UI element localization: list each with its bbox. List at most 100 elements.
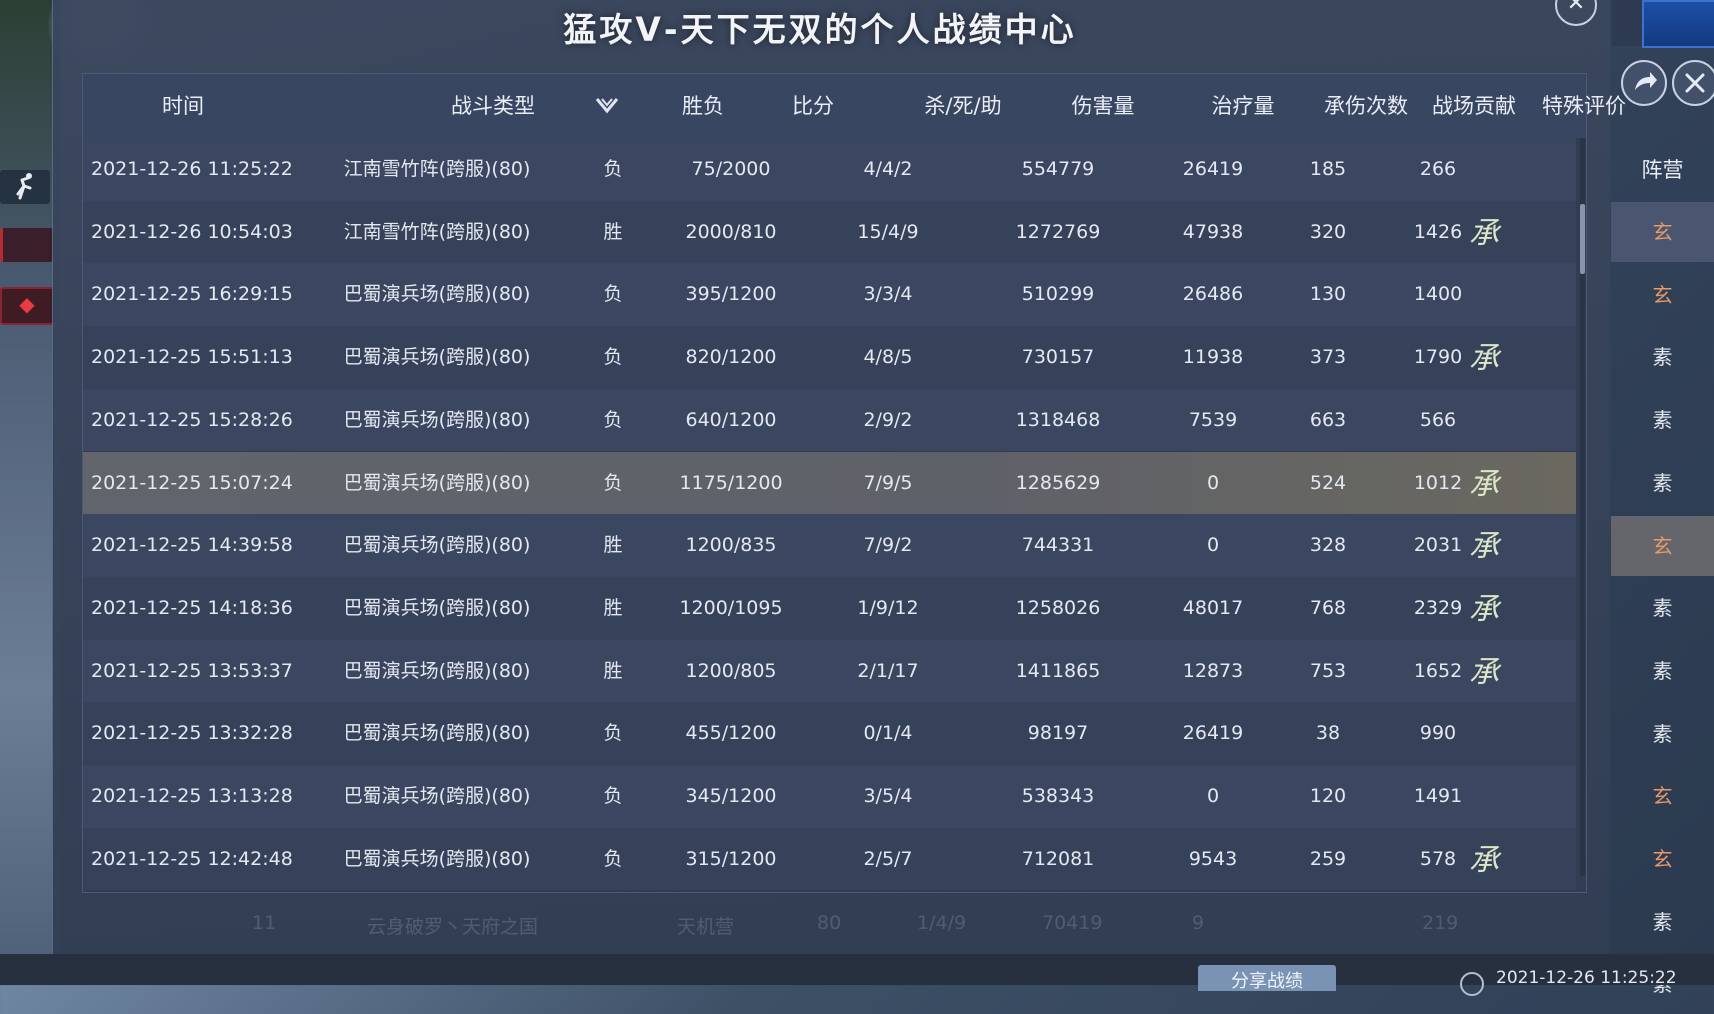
table-row[interactable]: 2021-12-25 15:51:13 巴蜀演兵场(跨服)(80) 负 820/120… [83,326,1576,389]
cell-result: 胜 [603,659,623,682]
table-row[interactable]: 2021-12-25 16:29:15 巴蜀演兵场(跨服)(80) 负 395/120… [83,263,1576,327]
cell-damage: 1411865 [1015,659,1101,682]
cell-time: 2021-12-25 15:51:13 [91,346,293,369]
table-row[interactable]: 2021-12-25 13:13:28 巴蜀演兵场(跨服)(80) 负 345/120… [83,765,1576,828]
table-row[interactable]: 2021-12-25 12:42:48 巴蜀演兵场(跨服)(80) 负 315/120… [83,827,1576,891]
cell-score: 1200/1095 [679,596,783,619]
cell-hits: 328 [1309,534,1347,557]
cell-damage: 1258026 [1015,596,1101,619]
svg-text:承: 承 [1469,655,1502,690]
cell-hits: 320 [1309,220,1347,243]
inherit-badge-icon: 承 [1463,650,1505,692]
cell-time: 2021-12-25 13:32:28 [91,722,293,745]
top-right-blue-button[interactable] [1642,0,1714,48]
cell-type: 巴蜀演兵场(跨服)(80) [343,534,531,557]
cell-result: 胜 [603,220,623,243]
col-contribution: 战场贡献 [1432,94,1516,118]
cell-damage: 730157 [1021,346,1095,369]
cell-damage: 1272769 [1015,220,1101,243]
cell-type: 巴蜀演兵场(跨服)(80) [343,659,531,682]
cell-score: 1200/835 [685,534,777,557]
cell-healing: 12873 [1182,659,1244,682]
col-hits-taken: 承伤次数 [1324,94,1408,118]
table-row[interactable]: 2021-12-26 10:54:03 江南雪竹阵(跨服)(80) 胜 2000/81… [83,200,1576,264]
clock-readout: 2021-12-26 11:25:22 [1496,968,1677,988]
run-icon[interactable] [0,170,50,204]
share-record-button[interactable]: 分享战绩 [1198,965,1336,991]
cell-result: 负 [603,283,623,306]
chevron-down-icon[interactable] [593,94,621,116]
table-row[interactable]: 2021-12-25 13:53:37 巴蜀演兵场(跨服)(80) 胜 1200/80… [83,639,1576,703]
cell-score: 1200/805 [685,659,777,682]
cell-type: 巴蜀演兵场(跨服)(80) [343,847,531,870]
col-special: 特殊评价 [1542,94,1626,118]
dialog-title: 猛攻ᐯ-天下无双的个人战绩中心 [563,10,1077,49]
cell-kda: 4/4/2 [863,158,913,180]
cell-kda: 1/9/12 [857,596,919,619]
cell-contrib: 1400 [1413,283,1463,306]
cell-healing: 26419 [1182,158,1244,180]
cell-time: 2021-12-25 15:07:24 [91,471,293,494]
cell-kda: 4/8/5 [863,346,913,369]
faded-background-row: 11 云身破罗丶天府之国 天机营 80 1/4/9 70419 9 219 [82,902,1585,946]
camp-cell: 素 [1652,658,1673,683]
table-row[interactable]: 2021-12-25 13:32:28 巴蜀演兵场(跨服)(80) 负 455/120… [83,702,1576,765]
inherit-badge-icon: 承 [1463,524,1505,566]
cell-contrib: 266 [1419,158,1457,180]
camp-cell: 玄 [1611,515,1714,576]
cell-healing: 11938 [1182,346,1244,369]
cell-contrib: 1491 [1413,785,1463,807]
cell-time: 2021-12-26 10:54:03 [91,220,293,243]
cell-hits: 663 [1309,408,1347,431]
close-icon[interactable] [1672,60,1714,106]
cell-kda: 2/9/2 [863,408,913,431]
faded-text: 11 [252,912,277,934]
cell-result: 负 [603,722,623,745]
inherit-badge-icon: 承 [1463,336,1505,378]
scrollbar[interactable] [1580,138,1585,876]
cell-damage: 744331 [1021,534,1095,557]
camp-cell: 素 [1652,470,1673,495]
faded-text: 天机营 [677,916,735,938]
col-camp: 阵营 [1641,158,1684,182]
cell-type: 江南雪竹阵(跨服)(80) [343,158,531,180]
cell-damage: 538343 [1021,785,1095,807]
cell-damage: 712081 [1021,847,1095,870]
col-battle-type[interactable]: 战斗类型 [403,74,583,138]
cell-hits: 753 [1309,659,1347,682]
cell-kda: 7/9/2 [863,534,913,557]
cell-healing: 0 [1206,785,1220,807]
cell-healing: 0 [1206,471,1220,494]
cell-result: 胜 [603,534,623,557]
inherit-badge-icon: 承 [1463,462,1505,504]
camp-cell: 玄 [1652,847,1673,871]
faded-text: 1/4/9 [917,912,967,934]
cell-result: 负 [603,346,623,369]
cell-damage: 510299 [1021,283,1095,306]
side-tab-alert[interactable]: ◆ [0,287,54,325]
cell-hits: 373 [1309,346,1347,369]
cell-damage: 1318468 [1015,408,1101,431]
cell-healing: 9543 [1188,847,1238,870]
table-row[interactable]: 2021-12-25 15:07:24 巴蜀演兵场(跨服)(80) 负 1175/12… [83,451,1576,515]
side-tab-red[interactable] [0,228,53,262]
cell-kda: 0/1/4 [863,722,913,745]
cell-kda: 2/5/7 [863,847,913,870]
cell-healing: 26486 [1182,283,1244,306]
cell-time: 2021-12-25 16:29:15 [91,283,293,306]
table-row[interactable]: 2021-12-26 11:25:22 江南雪竹阵(跨服)(80) 负 75/2000… [83,138,1576,201]
svg-text:承: 承 [1469,467,1502,502]
cell-hits: 120 [1309,785,1347,807]
cell-contrib: 566 [1419,408,1457,431]
col-time[interactable]: 时间 [143,74,223,138]
table-row[interactable]: 2021-12-25 15:28:26 巴蜀演兵场(跨服)(80) 负 640/120… [83,388,1576,452]
scrollbar-thumb[interactable] [1580,204,1585,274]
cell-healing: 26419 [1182,722,1244,745]
table-row[interactable]: 2021-12-25 14:39:58 巴蜀演兵场(跨服)(80) 胜 1200/83… [83,514,1576,577]
cell-hits: 768 [1309,596,1347,619]
cell-healing: 47938 [1182,220,1244,243]
inherit-badge-icon: 承 [1463,211,1505,253]
inherit-badge-icon: 承 [1463,587,1505,629]
cell-type: 巴蜀演兵场(跨服)(80) [343,408,531,431]
table-row[interactable]: 2021-12-25 14:18:36 巴蜀演兵场(跨服)(80) 胜 1200/10… [83,576,1576,640]
